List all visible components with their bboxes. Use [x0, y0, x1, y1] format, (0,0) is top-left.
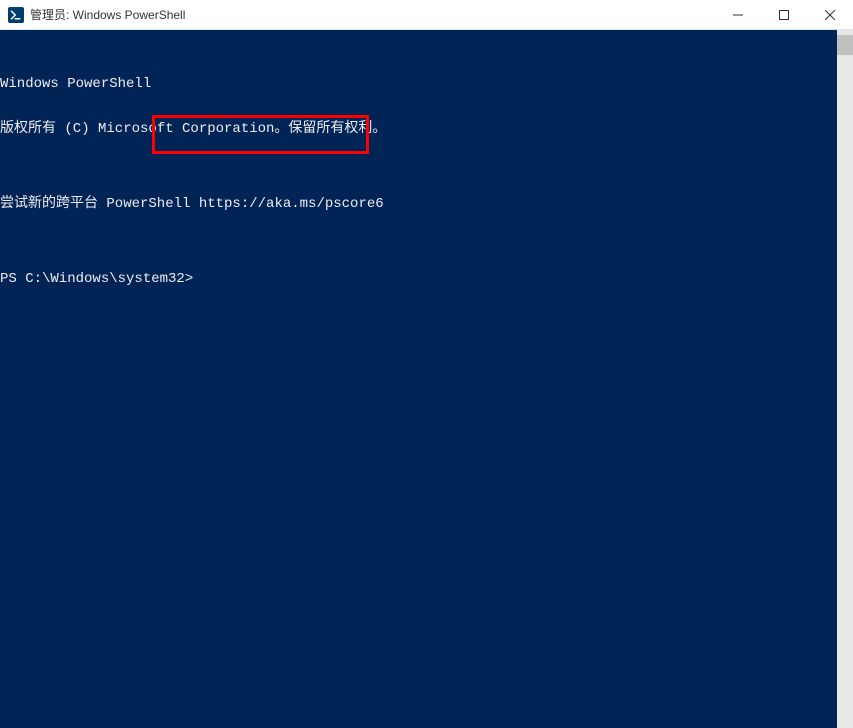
terminal-area[interactable]: Windows PowerShell 版权所有 (C) Microsoft Co… — [0, 30, 853, 728]
prompt-text: PS C:\Windows\system32> — [0, 271, 202, 287]
terminal-prompt-line: PS C:\Windows\system32> — [0, 272, 853, 287]
window-title: 管理员: Windows PowerShell — [30, 6, 715, 23]
minimize-button[interactable] — [715, 0, 761, 29]
titlebar[interactable]: 管理员: Windows PowerShell — [0, 0, 853, 30]
scrollbar-thumb[interactable] — [837, 35, 853, 55]
pscore-link[interactable]: https://aka.ms/pscore6 — [199, 196, 384, 212]
terminal-copyright-line: 版权所有 (C) Microsoft Corporation。保留所有权利。 — [0, 122, 853, 137]
terminal-header-line: Windows PowerShell — [0, 77, 853, 92]
terminal-pscore-line: 尝试新的跨平台 PowerShell https://aka.ms/pscore… — [0, 197, 853, 212]
cursor — [202, 273, 210, 287]
pscore-text: 尝试新的跨平台 PowerShell — [0, 196, 199, 212]
close-button[interactable] — [807, 0, 853, 29]
window-controls — [715, 0, 853, 29]
scrollbar-track[interactable] — [837, 30, 853, 728]
powershell-window: 管理员: Windows PowerShell Windows PowerShe… — [0, 0, 853, 728]
maximize-button[interactable] — [761, 0, 807, 29]
powershell-icon — [8, 7, 24, 23]
